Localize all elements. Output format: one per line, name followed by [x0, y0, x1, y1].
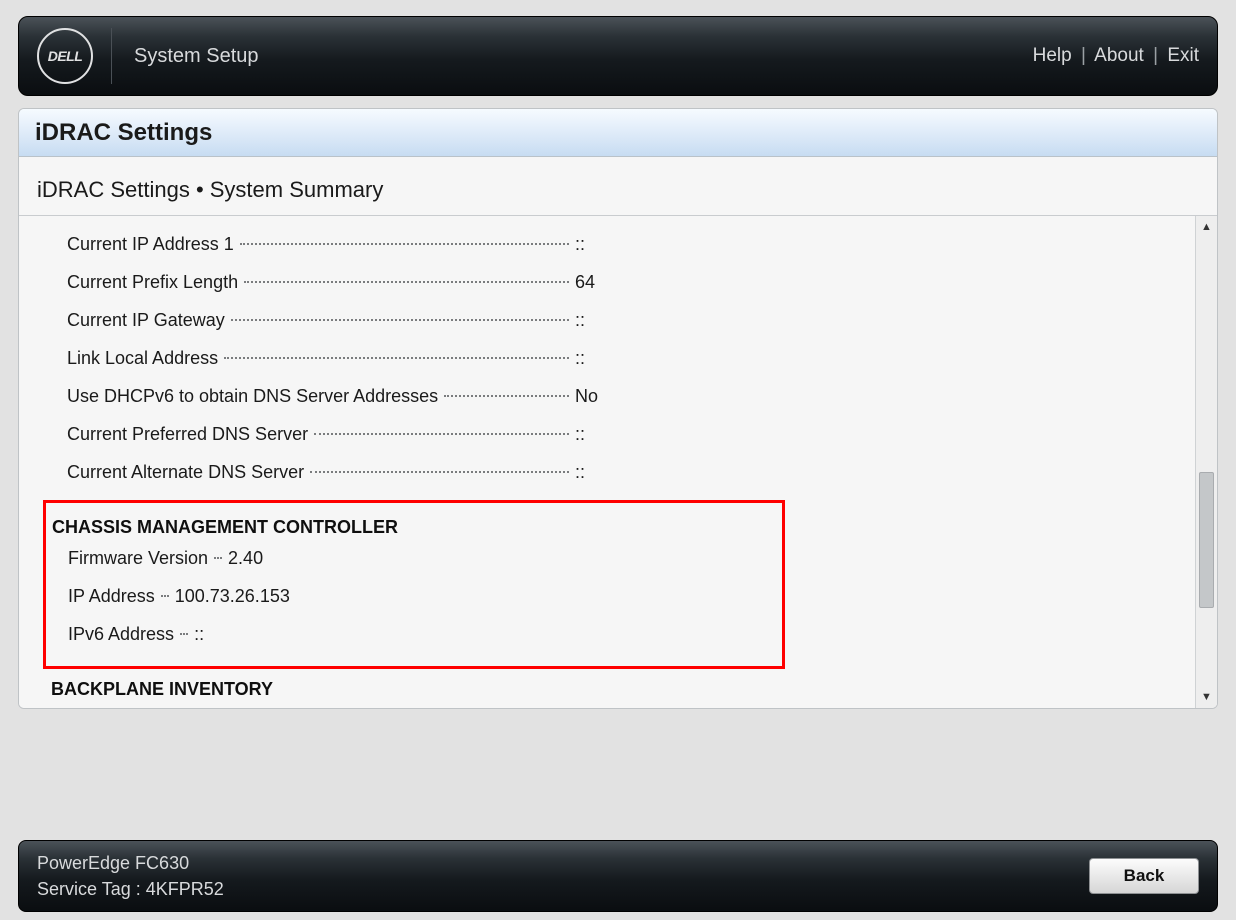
setting-value: :: [194, 624, 804, 645]
setting-label: Link Local Address [45, 348, 218, 369]
setting-value: No [575, 386, 1185, 407]
service-tag-label: Service Tag [37, 879, 131, 899]
footer-info: PowerEdge FC630 Service Tag : 4KFPR52 [37, 850, 224, 902]
breadcrumb: iDRAC Settings • System Summary [19, 157, 1217, 216]
section-title-cmc: CHASSIS MANAGEMENT CONTROLLER [46, 507, 782, 548]
setting-label: Use DHCPv6 to obtain DNS Server Addresse… [45, 386, 438, 407]
setting-label: IPv6 Address [46, 624, 174, 645]
setting-value: 2.40 [228, 548, 838, 569]
dotted-leader [214, 557, 222, 559]
panel-title: iDRAC Settings [19, 109, 1217, 157]
setting-label: Firmware Version [46, 548, 208, 569]
dotted-leader [314, 433, 569, 435]
app-title: System Setup [134, 45, 259, 68]
setting-row: Current Alternate DNS Server :: [45, 462, 1195, 500]
setting-label: Current IP Address 1 [45, 234, 234, 255]
dotted-leader [180, 633, 188, 635]
footer-bar: PowerEdge FC630 Service Tag : 4KFPR52 Ba… [18, 840, 1218, 912]
scroll-thumb[interactable] [1199, 472, 1214, 608]
scroll-up-arrow-icon[interactable]: ▲ [1196, 216, 1218, 238]
section-title-backplane: BACKPLANE INVENTORY [45, 669, 1195, 708]
dotted-leader [231, 319, 569, 321]
setting-value: 100.73.26.153 [175, 586, 785, 607]
setting-row: Link Local Address :: [45, 348, 1195, 386]
header-bar: DELL System Setup Help | About | Exit [18, 16, 1218, 96]
highlight-box: CHASSIS MANAGEMENT CONTROLLER Firmware V… [43, 500, 785, 669]
setting-row: IP Address 100.73.26.153 [46, 586, 782, 624]
setting-row: Current IP Address 1 :: [45, 234, 1195, 272]
setting-value: :: [575, 234, 1185, 255]
dotted-leader [444, 395, 569, 397]
setting-row: Current Prefix Length 64 [45, 272, 1195, 310]
scrollbar[interactable]: ▲ ▼ [1195, 216, 1217, 708]
setting-row: Current IP Gateway :: [45, 310, 1195, 348]
setting-row: Use DHCPv6 to obtain DNS Server Addresse… [45, 386, 1195, 424]
link-separator: | [1081, 45, 1086, 66]
exit-link[interactable]: Exit [1167, 45, 1199, 66]
content-area: Current IP Address 1 :: Current Prefix L… [19, 216, 1217, 708]
dotted-leader [161, 595, 169, 597]
setting-label: IP Address [46, 586, 155, 607]
link-separator: | [1153, 45, 1158, 66]
dotted-leader [240, 243, 569, 245]
setting-label: Current Preferred DNS Server [45, 424, 308, 445]
setting-label: Current Prefix Length [45, 272, 238, 293]
header-links: Help | About | Exit [1033, 45, 1199, 67]
scroll-down-arrow-icon[interactable]: ▼ [1196, 686, 1218, 708]
main-panel: iDRAC Settings iDRAC Settings • System S… [18, 108, 1218, 709]
setting-row: Firmware Version 2.40 [46, 548, 782, 586]
setting-row: Current Preferred DNS Server :: [45, 424, 1195, 462]
header-divider [111, 28, 112, 84]
dell-logo-icon: DELL [37, 28, 93, 84]
setting-row: IPv6 Address :: [46, 624, 782, 662]
dotted-leader [244, 281, 569, 283]
setting-value: :: [575, 424, 1185, 445]
dotted-leader [310, 471, 569, 473]
setting-value: 64 [575, 272, 1185, 293]
model-name: PowerEdge FC630 [37, 850, 224, 876]
setting-value: :: [575, 348, 1185, 369]
setting-label: Current IP Gateway [45, 310, 225, 331]
help-link[interactable]: Help [1033, 45, 1072, 66]
about-link[interactable]: About [1094, 45, 1144, 66]
back-button[interactable]: Back [1089, 858, 1199, 894]
setting-value: :: [575, 310, 1185, 331]
setting-value: :: [575, 462, 1185, 483]
dell-logo-text: DELL [48, 48, 83, 64]
service-tag-line: Service Tag : 4KFPR52 [37, 876, 224, 902]
dotted-leader [224, 357, 569, 359]
setting-label: Current Alternate DNS Server [45, 462, 304, 483]
service-tag-value: 4KFPR52 [146, 879, 224, 899]
